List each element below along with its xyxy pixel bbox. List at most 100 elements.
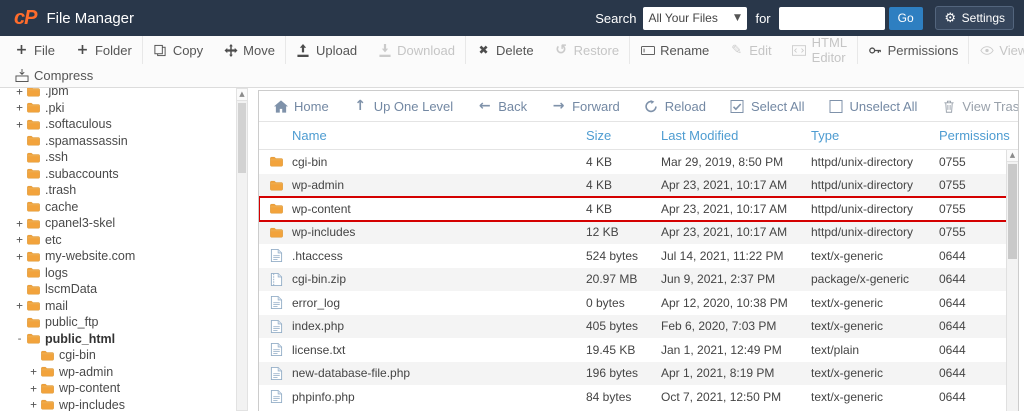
- tree-expander-icon[interactable]: +: [28, 398, 39, 411]
- file-table-header: Name Size Last Modified Type Permissions: [259, 122, 1018, 150]
- tree-expander-icon[interactable]: +: [14, 299, 25, 312]
- copy-icon: [153, 43, 168, 57]
- nav-home[interactable]: Home: [273, 99, 329, 114]
- tree-item-ssh[interactable]: .ssh: [0, 149, 236, 166]
- file-permissions: 0755: [939, 154, 966, 169]
- tree-item-pki[interactable]: + .pki: [0, 100, 236, 117]
- tree-expander-icon[interactable]: +: [14, 233, 25, 246]
- tree-expander-icon[interactable]: +: [14, 250, 25, 263]
- nav-view-trash[interactable]: View Trash: [941, 99, 1018, 114]
- folder-icon: [25, 117, 41, 131]
- file-row-wp-includes[interactable]: wp-includes 12 KB Apr 23, 2021, 10:17 AM ht…: [259, 220, 1018, 244]
- file-name: .htaccess: [292, 248, 343, 263]
- toolbar-button-file[interactable]: + File: [4, 36, 65, 64]
- file-name: index.php: [292, 319, 345, 334]
- tree-item-wp-content[interactable]: + wp-content: [0, 380, 236, 397]
- file-row-new-database-file-php[interactable]: new-database-file.php 196 bytes Apr 1, 202…: [259, 361, 1018, 385]
- tree-item-wp-includes[interactable]: + wp-includes: [0, 397, 236, 411]
- tree-item-lscmdata[interactable]: lscmData: [0, 281, 236, 298]
- tree-item-label: wp-admin: [59, 364, 114, 379]
- archive-file-icon: [269, 272, 284, 286]
- toolbar-button-copy[interactable]: Copy: [143, 36, 213, 64]
- tree-item-cgi-bin[interactable]: cgi-bin: [0, 347, 236, 364]
- sidebar-scrollbar-thumb[interactable]: [238, 103, 246, 173]
- file-row-cgi-bin-zip[interactable]: cgi-bin.zip 20.97 MB Jun 9, 2021, 2:37 PM p…: [259, 267, 1018, 291]
- folder-icon: [25, 150, 41, 164]
- nav-select-all[interactable]: Select All: [730, 99, 804, 114]
- tree-item-logs[interactable]: logs: [0, 265, 236, 282]
- nav-unselect-all[interactable]: Unselect All: [828, 99, 917, 114]
- toolbar-button-permissions[interactable]: Permissions: [858, 36, 970, 64]
- tree-item-etc[interactable]: + etc: [0, 232, 236, 249]
- go-button[interactable]: Go: [888, 6, 923, 30]
- tree-item-public-ftp[interactable]: public_ftp: [0, 314, 236, 331]
- file-row-htaccess[interactable]: .htaccess 524 bytes Jul 14, 2021, 11:22 PM…: [259, 244, 1018, 268]
- toolbar-button-compress[interactable]: Compress: [4, 64, 103, 87]
- file-row-phpinfo-php[interactable]: phpinfo.php 84 bytes Oct 7, 2021, 12:50 PM…: [259, 385, 1018, 409]
- column-header-size[interactable]: Size: [586, 128, 661, 143]
- nav-up-one-level[interactable]: ↑ Up One Level: [353, 99, 453, 114]
- file-row-wp-admin[interactable]: wp-admin 4 KB Apr 23, 2021, 10:17 AM httpd/…: [259, 173, 1018, 197]
- cpanel-logo[interactable]: cP: [14, 7, 37, 30]
- sidebar-scrollbar[interactable]: ▲: [236, 88, 248, 411]
- file-type: httpd/unix-directory: [811, 178, 914, 193]
- tree-expander-icon[interactable]: +: [28, 382, 39, 395]
- toolbar-button-label: Compress: [34, 68, 94, 83]
- file-row-error-log[interactable]: error_log 0 bytes Apr 12, 2020, 10:38 PM te…: [259, 291, 1018, 315]
- folder-icon: [25, 233, 41, 247]
- search-scope-select[interactable]: All Your Files ▼: [643, 6, 748, 30]
- folder-icon: [25, 101, 41, 115]
- column-header-type[interactable]: Type: [811, 128, 939, 143]
- plus-icon: +: [76, 42, 89, 58]
- plus-icon: +: [15, 42, 28, 58]
- tree-item-trash[interactable]: .trash: [0, 182, 236, 199]
- tree-item-my-website-com[interactable]: + my-website.com: [0, 248, 236, 265]
- tree-item-cpanel3-skel[interactable]: + cpanel3-skel: [0, 215, 236, 232]
- tree-expander-icon[interactable]: +: [14, 118, 25, 131]
- nav-forward[interactable]: → Forward: [551, 99, 620, 114]
- tree-expander-icon[interactable]: +: [14, 88, 25, 98]
- file-icon: [269, 343, 284, 357]
- toolbar-row-1: + File + Folder Copy Move Upload Download ✖ Delet…: [0, 35, 1024, 65]
- file-row-license-txt[interactable]: license.txt 19.45 KB Jan 1, 2021, 12:49 PM…: [259, 338, 1018, 362]
- toolbar-button-upload[interactable]: Upload: [286, 36, 367, 64]
- tree-item-spamassassin[interactable]: .spamassassin: [0, 133, 236, 150]
- tree-item-cache[interactable]: cache: [0, 199, 236, 216]
- folder-icon: [25, 315, 41, 329]
- nav-reload[interactable]: Reload: [644, 99, 706, 114]
- file-name: new-database-file.php: [292, 366, 411, 381]
- tree-item-subaccounts[interactable]: .subaccounts: [0, 166, 236, 183]
- file-list-scrollbar[interactable]: ▲: [1006, 150, 1018, 411]
- tree-item-mail[interactable]: + mail: [0, 298, 236, 315]
- nav-back[interactable]: ← Back: [477, 99, 527, 114]
- tree-expander-icon[interactable]: -: [14, 332, 25, 345]
- file-name: cgi-bin: [292, 154, 328, 169]
- folder-icon: [39, 365, 55, 379]
- column-header-permissions[interactable]: Permissions: [939, 128, 1010, 143]
- column-header-name[interactable]: Name: [269, 128, 586, 143]
- tree-item-softaculous[interactable]: + .softaculous: [0, 116, 236, 133]
- tree-expander-icon[interactable]: +: [28, 365, 39, 378]
- file-list-scrollbar-thumb[interactable]: [1008, 164, 1017, 259]
- file-list-scroll-up-button[interactable]: ▲: [1007, 150, 1018, 162]
- tree-item-jbm[interactable]: + .jbm: [0, 88, 236, 100]
- toolbar-button-delete[interactable]: ✖ Delete: [466, 36, 544, 64]
- file-last-modified: Mar 29, 2019, 8:50 PM: [661, 154, 784, 169]
- file-row-cgi-bin[interactable]: cgi-bin 4 KB Mar 29, 2019, 8:50 PM httpd/un…: [259, 150, 1018, 174]
- tree-item-wp-admin[interactable]: + wp-admin: [0, 364, 236, 381]
- search-input[interactable]: [778, 6, 885, 30]
- toolbar-button-folder[interactable]: + Folder: [65, 36, 143, 64]
- tree-item-label: .subaccounts: [45, 166, 119, 181]
- file-name-cell: cgi-bin.zip: [269, 272, 586, 286]
- tree-expander-icon[interactable]: +: [14, 101, 25, 114]
- file-row-index-php[interactable]: index.php 405 bytes Feb 6, 2020, 7:03 PM te…: [259, 314, 1018, 338]
- tree-expander-icon[interactable]: +: [14, 217, 25, 230]
- toolbar-button-move[interactable]: Move: [213, 36, 286, 64]
- tree-item-label: wp-content: [59, 381, 121, 396]
- sidebar-scroll-up-button[interactable]: ▲: [237, 89, 247, 101]
- settings-button[interactable]: ⚙ Settings: [934, 6, 1014, 30]
- toolbar-button-rename[interactable]: Rename: [630, 36, 719, 64]
- tree-item-public-html[interactable]: - public_html: [0, 331, 236, 348]
- file-row-wp-content[interactable]: wp-content 4 KB Apr 23, 2021, 10:17 AM http…: [259, 196, 1018, 222]
- column-header-last-modified[interactable]: Last Modified: [661, 128, 811, 143]
